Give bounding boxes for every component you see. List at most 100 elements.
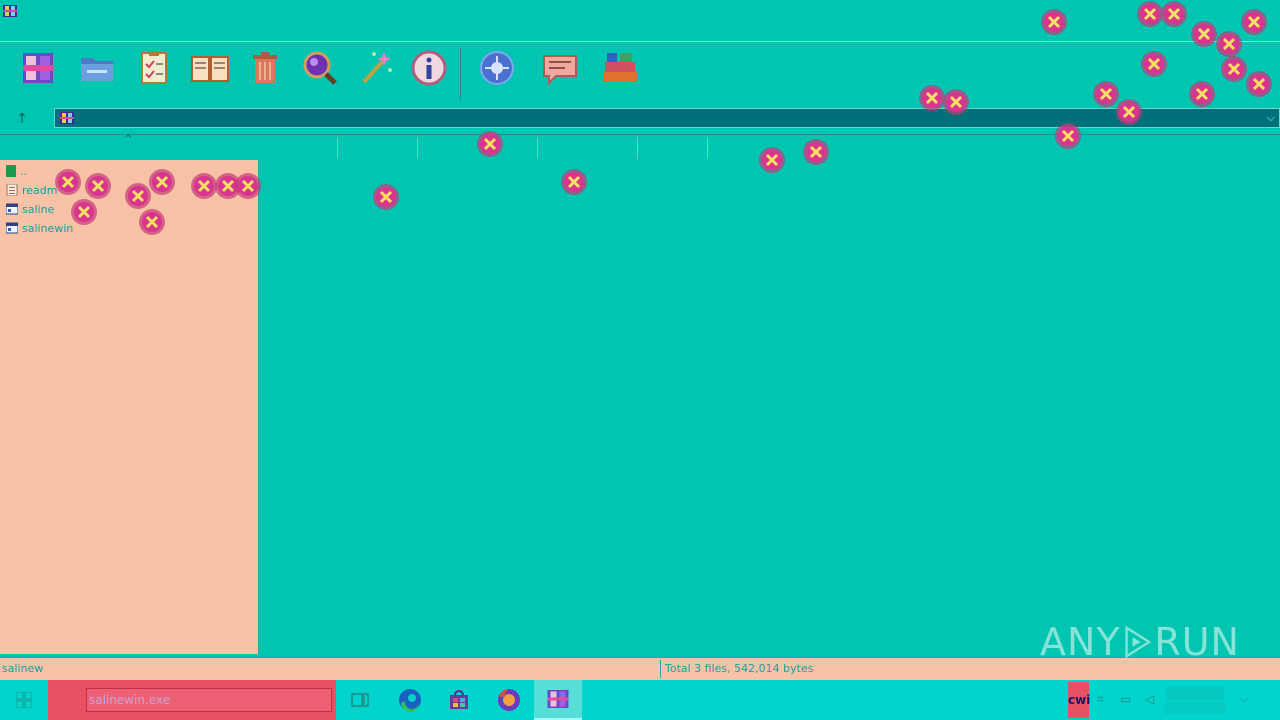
- info-button[interactable]: [409, 48, 449, 88]
- column-divider[interactable]: [537, 137, 538, 159]
- add-button[interactable]: [18, 48, 58, 88]
- search-input[interactable]: salinewin.exe: [86, 688, 332, 712]
- edge-browser-icon: [399, 689, 421, 712]
- clock-date: [1164, 702, 1226, 714]
- virusscan-button[interactable]: [477, 48, 517, 88]
- tree-item-saline[interactable]: saline: [6, 200, 54, 218]
- error-icon: [1215, 30, 1243, 58]
- taskbar-search[interactable]: salinewin.exe: [48, 680, 336, 720]
- sfx-books-icon: [603, 53, 637, 82]
- find-button[interactable]: [299, 48, 339, 88]
- watermark-left: ANY: [1040, 620, 1121, 664]
- extract-button[interactable]: [77, 48, 117, 88]
- error-icon: [1190, 20, 1218, 48]
- status-selection: salinew: [2, 662, 44, 675]
- firefox-icon: [498, 688, 520, 711]
- notification-chevron-icon[interactable]: ⌵: [1240, 692, 1248, 706]
- start-button[interactable]: [0, 680, 48, 720]
- task-view-button[interactable]: [336, 680, 384, 720]
- taskbar-edge[interactable]: [386, 680, 434, 720]
- anyrun-watermark: ANY RUN: [1040, 612, 1240, 672]
- tree-item-label: ..: [20, 164, 27, 178]
- trash-delete-icon: [253, 52, 277, 83]
- archive-icon: [60, 112, 74, 124]
- tree-item-label: readm: [22, 183, 58, 197]
- column-divider[interactable]: [637, 137, 638, 159]
- archive-add-icon: [23, 53, 53, 83]
- wizard-button[interactable]: [356, 48, 396, 88]
- comment-icon: [543, 55, 577, 86]
- battery-icon[interactable]: ▭: [1120, 692, 1134, 706]
- error-icon: [84, 172, 112, 200]
- sort-caret-icon[interactable]: ^: [124, 134, 132, 145]
- watermark-right: RUN: [1154, 620, 1240, 664]
- status-total: Total 3 files, 542,014 bytes: [665, 662, 814, 675]
- store-bag-icon: [450, 690, 468, 709]
- toolbar: [0, 41, 1280, 104]
- error-icon: [1160, 0, 1188, 28]
- error-icon: [372, 183, 400, 211]
- network-icon[interactable]: ⌗: [1097, 692, 1111, 706]
- task-view-icon: [351, 693, 369, 707]
- file-list-area[interactable]: [259, 160, 1280, 654]
- address-row: ↑ ⌵: [0, 106, 1280, 132]
- view-button[interactable]: [190, 48, 230, 88]
- tree-item-parent[interactable]: ..: [6, 162, 27, 180]
- volume-icon[interactable]: ◁: [1145, 692, 1159, 706]
- column-divider[interactable]: [417, 137, 418, 159]
- error-icon: [234, 172, 262, 200]
- clipboard-test-icon: [141, 51, 167, 84]
- column-divider[interactable]: [707, 137, 708, 159]
- comment-button[interactable]: [540, 48, 580, 88]
- folder-extract-icon: [81, 58, 113, 81]
- windows-start-icon: [16, 692, 32, 708]
- exe-file-icon: [6, 222, 18, 234]
- status-divider: [660, 660, 661, 678]
- error-icon: [1188, 80, 1216, 108]
- chevron-down-icon[interactable]: ⌵: [1267, 111, 1275, 125]
- taskbar-winrar-active[interactable]: [534, 680, 582, 720]
- error-icon: [802, 138, 830, 166]
- error-icon: [942, 88, 970, 116]
- error-icon: [560, 168, 588, 196]
- error-icon: [138, 208, 166, 236]
- clock-time: [1166, 686, 1224, 700]
- error-icon: [1054, 122, 1082, 150]
- error-icon: [70, 198, 98, 226]
- text-file-icon: [6, 184, 18, 196]
- info-icon: [411, 50, 447, 86]
- sfx-button[interactable]: [600, 48, 640, 88]
- toolbar-separator: [460, 48, 461, 100]
- error-icon: [758, 146, 786, 174]
- test-button[interactable]: [134, 48, 174, 88]
- magic-wand-icon: [362, 52, 392, 84]
- book-view-icon: [191, 56, 229, 82]
- magnifier-find-icon: [303, 51, 337, 85]
- error-icon: [54, 168, 82, 196]
- column-divider[interactable]: [337, 137, 338, 159]
- error-icon: [1115, 98, 1143, 126]
- tree-item-salinewin[interactable]: salinewin: [6, 219, 73, 237]
- system-clock[interactable]: [1160, 684, 1230, 716]
- winrar-app-icon: [547, 690, 569, 708]
- error-icon: [148, 168, 176, 196]
- taskbar: salinewin.exe cwi ⌗ ▭ ◁ ⌵: [0, 680, 1280, 720]
- taskbar-store[interactable]: [435, 680, 483, 720]
- winrar-app-icon: [3, 5, 17, 17]
- folder-tree-panel: .. readm saline salinewin: [0, 160, 259, 654]
- tree-header: ^: [0, 134, 258, 159]
- up-arrow-icon[interactable]: ↑: [14, 111, 30, 127]
- tree-item-readme[interactable]: readm: [6, 181, 58, 199]
- address-bar[interactable]: ⌵: [54, 108, 1280, 128]
- tree-item-label: saline: [22, 202, 55, 216]
- title-bar: [0, 0, 1280, 40]
- error-icon: [1245, 70, 1273, 98]
- exe-file-icon: [6, 203, 18, 215]
- delete-button[interactable]: [245, 48, 285, 88]
- language-indicator[interactable]: cwi: [1068, 682, 1090, 718]
- error-icon: [1140, 50, 1168, 78]
- error-icon: [476, 130, 504, 158]
- virus-scan-icon: [480, 51, 514, 85]
- error-icon: [1040, 8, 1068, 36]
- taskbar-firefox[interactable]: [485, 680, 533, 720]
